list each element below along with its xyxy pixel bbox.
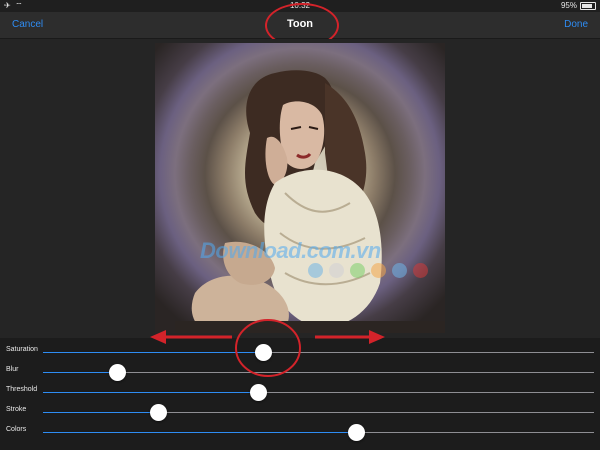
watermark-dot — [329, 263, 344, 278]
battery-percent: 95% — [560, 1, 577, 10]
status-bar: ✈ ︎ ⌔ 10:32 95% — [0, 0, 600, 12]
watermark-dots — [308, 263, 428, 278]
filter-controls-panel: Saturation Blur Threshold Stroke Colors — [0, 338, 600, 450]
watermark-dot — [350, 263, 365, 278]
slider-thumb[interactable] — [347, 424, 365, 441]
slider-row-stroke: Stroke — [0, 402, 600, 422]
slider-fill — [43, 352, 264, 353]
blur-slider[interactable] — [43, 364, 594, 381]
watermark-dot — [413, 263, 428, 278]
watermark-dot — [392, 263, 407, 278]
watermark-dot — [371, 263, 386, 278]
battery-icon — [580, 2, 596, 10]
slider-thumb[interactable] — [255, 344, 273, 361]
navigation-bar: Cancel Toon Done — [0, 12, 600, 39]
slider-fill — [43, 412, 158, 413]
battery-fill — [582, 4, 593, 8]
slider-label: Threshold — [6, 386, 38, 393]
watermark-text: Download.com.vn — [200, 238, 381, 263]
status-time: 10:32 — [289, 1, 311, 10]
threshold-slider[interactable] — [43, 384, 594, 401]
slider-label: Saturation — [6, 346, 38, 353]
done-button[interactable]: Done — [564, 19, 588, 30]
photo-illustration — [175, 70, 445, 333]
slider-row-threshold: Threshold — [0, 382, 600, 402]
watermark-dot — [308, 263, 323, 278]
photo-canvas — [0, 39, 600, 338]
slider-thumb[interactable] — [249, 384, 267, 401]
battery-status: 95% — [561, 0, 596, 12]
slider-thumb[interactable] — [149, 404, 167, 421]
slider-row-saturation: Saturation — [0, 342, 600, 362]
slider-label: Stroke — [6, 406, 27, 413]
toon-filtered-photo — [155, 43, 445, 333]
colors-slider[interactable] — [43, 424, 594, 441]
saturation-slider[interactable] — [43, 344, 594, 361]
slider-fill — [43, 372, 118, 373]
slider-fill — [43, 432, 356, 433]
slider-label: Colors — [6, 426, 27, 433]
slider-fill — [43, 392, 258, 393]
slider-label: Blur — [6, 366, 19, 373]
slider-row-blur: Blur — [0, 362, 600, 382]
stroke-slider[interactable] — [43, 404, 594, 421]
slider-thumb[interactable] — [109, 364, 127, 381]
slider-row-colors: Colors — [0, 422, 600, 442]
page-title: Toon — [286, 18, 314, 30]
